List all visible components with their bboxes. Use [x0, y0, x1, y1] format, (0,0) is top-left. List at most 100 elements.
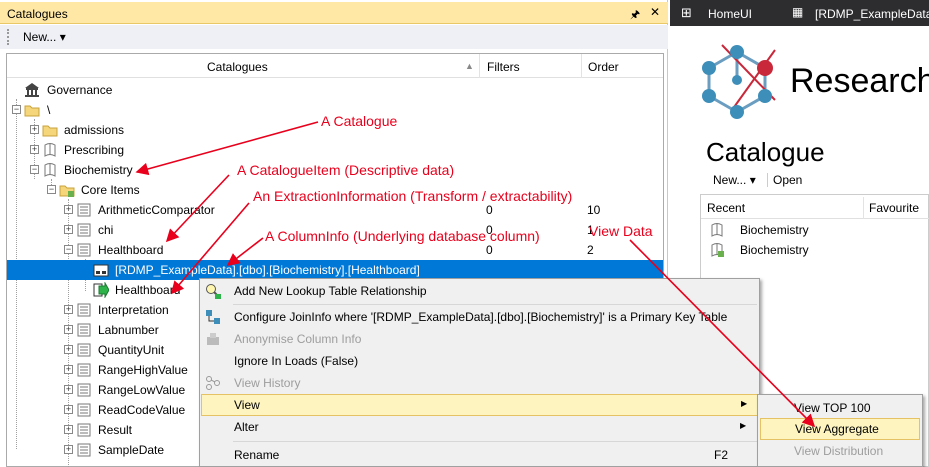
- tree-node-label: RangeHighValue: [98, 363, 188, 377]
- expand-icon[interactable]: +: [64, 365, 73, 374]
- filters-count: 0: [486, 203, 493, 217]
- rdmp-logo-icon: [702, 44, 776, 119]
- expand-icon[interactable]: +: [64, 345, 73, 354]
- menu-item-rename[interactable]: Rename F2: [201, 444, 758, 466]
- expand-icon[interactable]: +: [64, 325, 73, 334]
- expand-icon[interactable]: +: [64, 445, 73, 454]
- close-icon[interactable]: ✕: [650, 5, 660, 19]
- extraction-arrow-icon: [93, 281, 110, 299]
- expand-icon[interactable]: +: [64, 425, 73, 434]
- catalogue-item-icon: [76, 362, 92, 378]
- recent-item[interactable]: Biochemistry: [706, 221, 906, 239]
- catalogue-icon: [711, 223, 723, 237]
- context-menu: Add New Lookup Table Relationship Config…: [199, 278, 760, 467]
- panel-title: Catalogues: [7, 7, 68, 21]
- tree-node-label: Core Items: [81, 183, 140, 197]
- expand-icon[interactable]: +: [64, 305, 73, 314]
- collapse-icon[interactable]: −: [64, 245, 73, 254]
- column-header-favourite[interactable]: Favourite: [869, 201, 919, 215]
- new-dropdown-button[interactable]: New... ▾: [713, 173, 756, 187]
- menu-item-add-lookup[interactable]: Add New Lookup Table Relationship: [201, 280, 758, 302]
- column-header-recent[interactable]: Recent: [707, 201, 745, 215]
- tree-node-label: Prescribing: [64, 143, 125, 157]
- collapse-icon[interactable]: −: [47, 185, 56, 194]
- anonymise-icon: [205, 331, 221, 347]
- new-dropdown-button[interactable]: New... ▾: [23, 30, 66, 44]
- tab-homeui[interactable]: HomeUI: [708, 7, 752, 21]
- menu-item-alter[interactable]: Alter ▶: [201, 416, 758, 438]
- recent-item[interactable]: Biochemistry: [706, 241, 906, 259]
- catalogue-item-icon: [76, 222, 92, 238]
- recent-item-label: Biochemistry: [740, 243, 809, 257]
- folder-icon: [59, 182, 75, 198]
- history-icon: [205, 375, 221, 391]
- tree-node-label: Governance: [47, 83, 113, 97]
- menu-item-ignore-in-loads[interactable]: Ignore In Loads (False): [201, 350, 758, 372]
- shortcut-label: F2: [714, 448, 729, 462]
- grid-icon: ⊞: [681, 5, 692, 20]
- sort-ascending-icon: ▲: [465, 61, 474, 71]
- tree-node-label: chi: [98, 223, 114, 237]
- catalogue-icon: [711, 243, 724, 257]
- recent-list-header: Recent Favourite: [701, 197, 929, 219]
- expand-icon[interactable]: +: [64, 205, 73, 214]
- expand-icon[interactable]: +: [64, 405, 73, 414]
- recent-item-label: Biochemistry: [740, 223, 809, 237]
- toolbar-separator: [767, 173, 768, 187]
- column-info-icon: [93, 262, 109, 278]
- catalogue-item-icon: [76, 402, 92, 418]
- expand-icon[interactable]: +: [30, 125, 39, 134]
- tree-node-label: Result: [98, 423, 133, 437]
- pin-icon[interactable]: 🖈: [630, 6, 640, 25]
- tree-node-label: QuantityUnit: [98, 343, 165, 357]
- tree-node-prescribing[interactable]: + Prescribing: [7, 140, 663, 160]
- open-button[interactable]: Open: [773, 173, 802, 187]
- annotation-view-data: View Data: [589, 223, 653, 239]
- tree-node-label: Biochemistry: [64, 163, 133, 177]
- tree-node-label: Labnumber: [98, 323, 159, 337]
- menu-item-view-top-100[interactable]: View TOP 100: [760, 397, 920, 419]
- folder-icon: [24, 102, 40, 118]
- toolbar-grip-icon: [7, 29, 10, 45]
- catalogue-toolbar: New... ▾ Open: [705, 172, 929, 190]
- governance-icon: [24, 82, 40, 98]
- collapse-icon[interactable]: −: [30, 165, 39, 174]
- order-value: 10: [587, 203, 601, 217]
- catalogue-icon: [42, 162, 58, 178]
- catalogue-item-icon: [76, 202, 92, 218]
- annotation-catalogue: A Catalogue: [321, 113, 398, 129]
- catalogue-item-icon: [76, 242, 92, 258]
- tree-node-label: Interpretation: [98, 303, 169, 317]
- expand-icon[interactable]: +: [64, 225, 73, 234]
- column-separator: [479, 54, 480, 78]
- catalogue-item-icon: [76, 322, 92, 338]
- menu-item-configure-joininfo[interactable]: Configure JoinInfo where '[RDMP_ExampleD…: [201, 306, 758, 328]
- join-icon: [205, 309, 221, 325]
- folder-icon: [42, 122, 58, 138]
- annotation-catalogueitem: A CatalogueItem (Descriptive data): [237, 162, 455, 178]
- tab-rdmp-exampledata[interactable]: [RDMP_ExampleData]: [815, 7, 929, 21]
- column-header-order[interactable]: Order: [588, 60, 619, 74]
- column-header-filters[interactable]: Filters: [487, 60, 520, 74]
- tree-node-governance[interactable]: Governance: [7, 80, 663, 100]
- panel-title-bar: Catalogues 🖈 ✕: [0, 2, 668, 24]
- expand-icon[interactable]: +: [64, 385, 73, 394]
- menu-item-view[interactable]: View ▶: [201, 394, 758, 416]
- tree-column-header: Catalogues ▲ Filters Order: [7, 54, 663, 78]
- column-header-catalogues[interactable]: Catalogues: [207, 60, 268, 74]
- collapse-icon[interactable]: −: [12, 105, 21, 114]
- order-value: 2: [587, 243, 594, 257]
- catalogue-item-icon: [76, 302, 92, 318]
- document-tab-bar: ⊞ HomeUI ▦ [RDMP_ExampleData]: [670, 0, 929, 26]
- catalogue-item-icon: [76, 422, 92, 438]
- column-separator: [863, 197, 864, 219]
- submenu-arrow-icon: ▶: [740, 421, 747, 430]
- expand-icon[interactable]: +: [30, 145, 39, 154]
- tree-node-label: Healthboard: [115, 283, 181, 297]
- tree-node-columninfo-selected[interactable]: [RDMP_ExampleData].[dbo].[Biochemistry].…: [7, 260, 663, 280]
- annotation-columninfo: A ColumnInfo (Underlying database column…: [265, 228, 540, 244]
- menu-item-view-aggregate[interactable]: View Aggregate: [760, 418, 920, 440]
- menu-separator: [233, 304, 757, 305]
- menu-separator: [233, 441, 757, 442]
- annotation-extractioninformation: An ExtractionInformation (Transform / ex…: [253, 188, 573, 204]
